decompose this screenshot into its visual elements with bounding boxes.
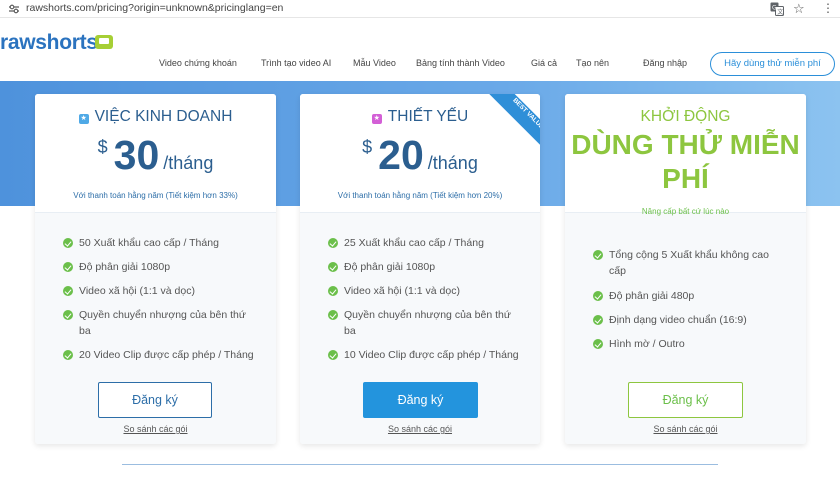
free-trial-headline: DÙNG THỬ MIỄN PHÍ [571,129,800,194]
check-icon [63,350,73,360]
browser-address-bar: rawshorts.com/pricing?origin=unknown&pri… [0,0,840,18]
plan-price: $30/tháng [97,132,214,178]
bookmark-star-icon[interactable]: ☆ [793,1,805,17]
check-icon [63,238,73,248]
plan-card-business: ★ VIỆC KINH DOANH $30/tháng Với thanh toá… [35,94,276,444]
check-icon [593,339,603,349]
check-icon [328,238,338,248]
feature-item: Quyền chuyển nhượng của bên thứ ba [344,309,511,337]
section-divider [122,464,718,465]
address-url[interactable]: rawshorts.com/pricing?origin=unknown&pri… [26,2,283,14]
check-icon [328,350,338,360]
feature-item: Hình mờ / Outro [609,338,685,350]
plan-star-icon: ★ [78,114,89,124]
nav-link-templates[interactable]: Mẫu Video [353,58,396,68]
billing-note: Với thanh toán hằng năm (Tiết kiệm hơn 3… [73,191,238,200]
nav-link-ai-video[interactable]: Trình tạo video AI [261,58,331,68]
feature-item: Tổng cộng 5 Xuất khẩu không cao cấp [609,249,769,277]
feature-item: 25 Xuất khẩu cao cấp / Tháng [344,237,484,249]
check-icon [63,286,73,296]
signup-button[interactable]: Đăng ký [628,382,743,418]
check-icon [63,310,73,320]
compare-plans-link[interactable]: So sánh các gói [35,424,276,434]
feature-item: Video xã hội (1:1 và dọc) [79,285,195,297]
translate-icon[interactable]: G 文 [770,2,784,16]
compare-plans-link[interactable]: So sánh các gói [300,424,540,434]
feature-item: Quyền chuyển nhượng của bên thứ ba [79,309,246,337]
nav-link-spreadsheet[interactable]: Bảng tính thành Video [416,58,505,68]
check-icon [593,250,603,260]
site-logo[interactable]: rawshorts [0,31,98,55]
plan-price: $20/tháng [362,132,478,178]
free-trial-button[interactable]: Hãy dùng thử miễn phí [710,52,835,76]
signup-button[interactable]: Đăng ký [363,382,478,418]
nav-link-create[interactable]: Tạo nên [576,58,609,68]
logo-badge-icon [95,35,113,49]
nav-link-pricing[interactable]: Giá cả [531,58,557,68]
billing-note: Nâng cấp bất cứ lúc nào [641,207,730,216]
feature-item: 20 Video Clip được cấp phép / Tháng [79,349,254,361]
check-icon [593,315,603,325]
plan-star-icon: ★ [371,114,382,124]
feature-item: Video xã hội (1:1 và dọc) [344,285,460,297]
compare-plans-link[interactable]: So sánh các gói [565,424,806,434]
nav-link-stock-video[interactable]: Video chứng khoán [159,58,237,68]
feature-item: Định dạng video chuẩn (16:9) [609,314,747,326]
feature-item: Độ phân giải 1080p [79,261,171,273]
feature-item: Độ phân giải 1080p [344,261,436,273]
plan-name: THIẾT YẾU [387,108,469,125]
plan-card-essential: BEST VALUE ★ THIẾT YẾU $20/tháng Với than… [300,94,540,444]
site-settings-icon[interactable] [8,3,20,15]
nav-link-login[interactable]: Đăng nhập [643,58,687,68]
check-icon [328,310,338,320]
check-icon [63,262,73,272]
plan-card-starter: KHỞI ĐỘNG DÙNG THỬ MIỄN PHÍ Nâng cấp bất… [565,94,806,444]
menu-dots-icon[interactable]: ⋮ [822,1,834,15]
check-icon [328,286,338,296]
signup-button[interactable]: Đăng ký [98,382,212,418]
feature-item: 50 Xuất khẩu cao cấp / Tháng [79,237,219,249]
svg-text:文: 文 [777,8,783,16]
feature-item: 10 Video Clip được cấp phép / Tháng [344,349,519,361]
check-icon [593,291,603,301]
svg-text:G: G [772,5,777,12]
check-icon [328,262,338,272]
plan-name: VIỆC KINH DOANH [94,108,233,125]
plan-name: KHỞI ĐỘNG [640,108,731,125]
feature-item: Độ phân giải 480p [609,290,695,302]
billing-note: Với thanh toán hằng năm (Tiết kiệm hơn 2… [337,191,503,200]
